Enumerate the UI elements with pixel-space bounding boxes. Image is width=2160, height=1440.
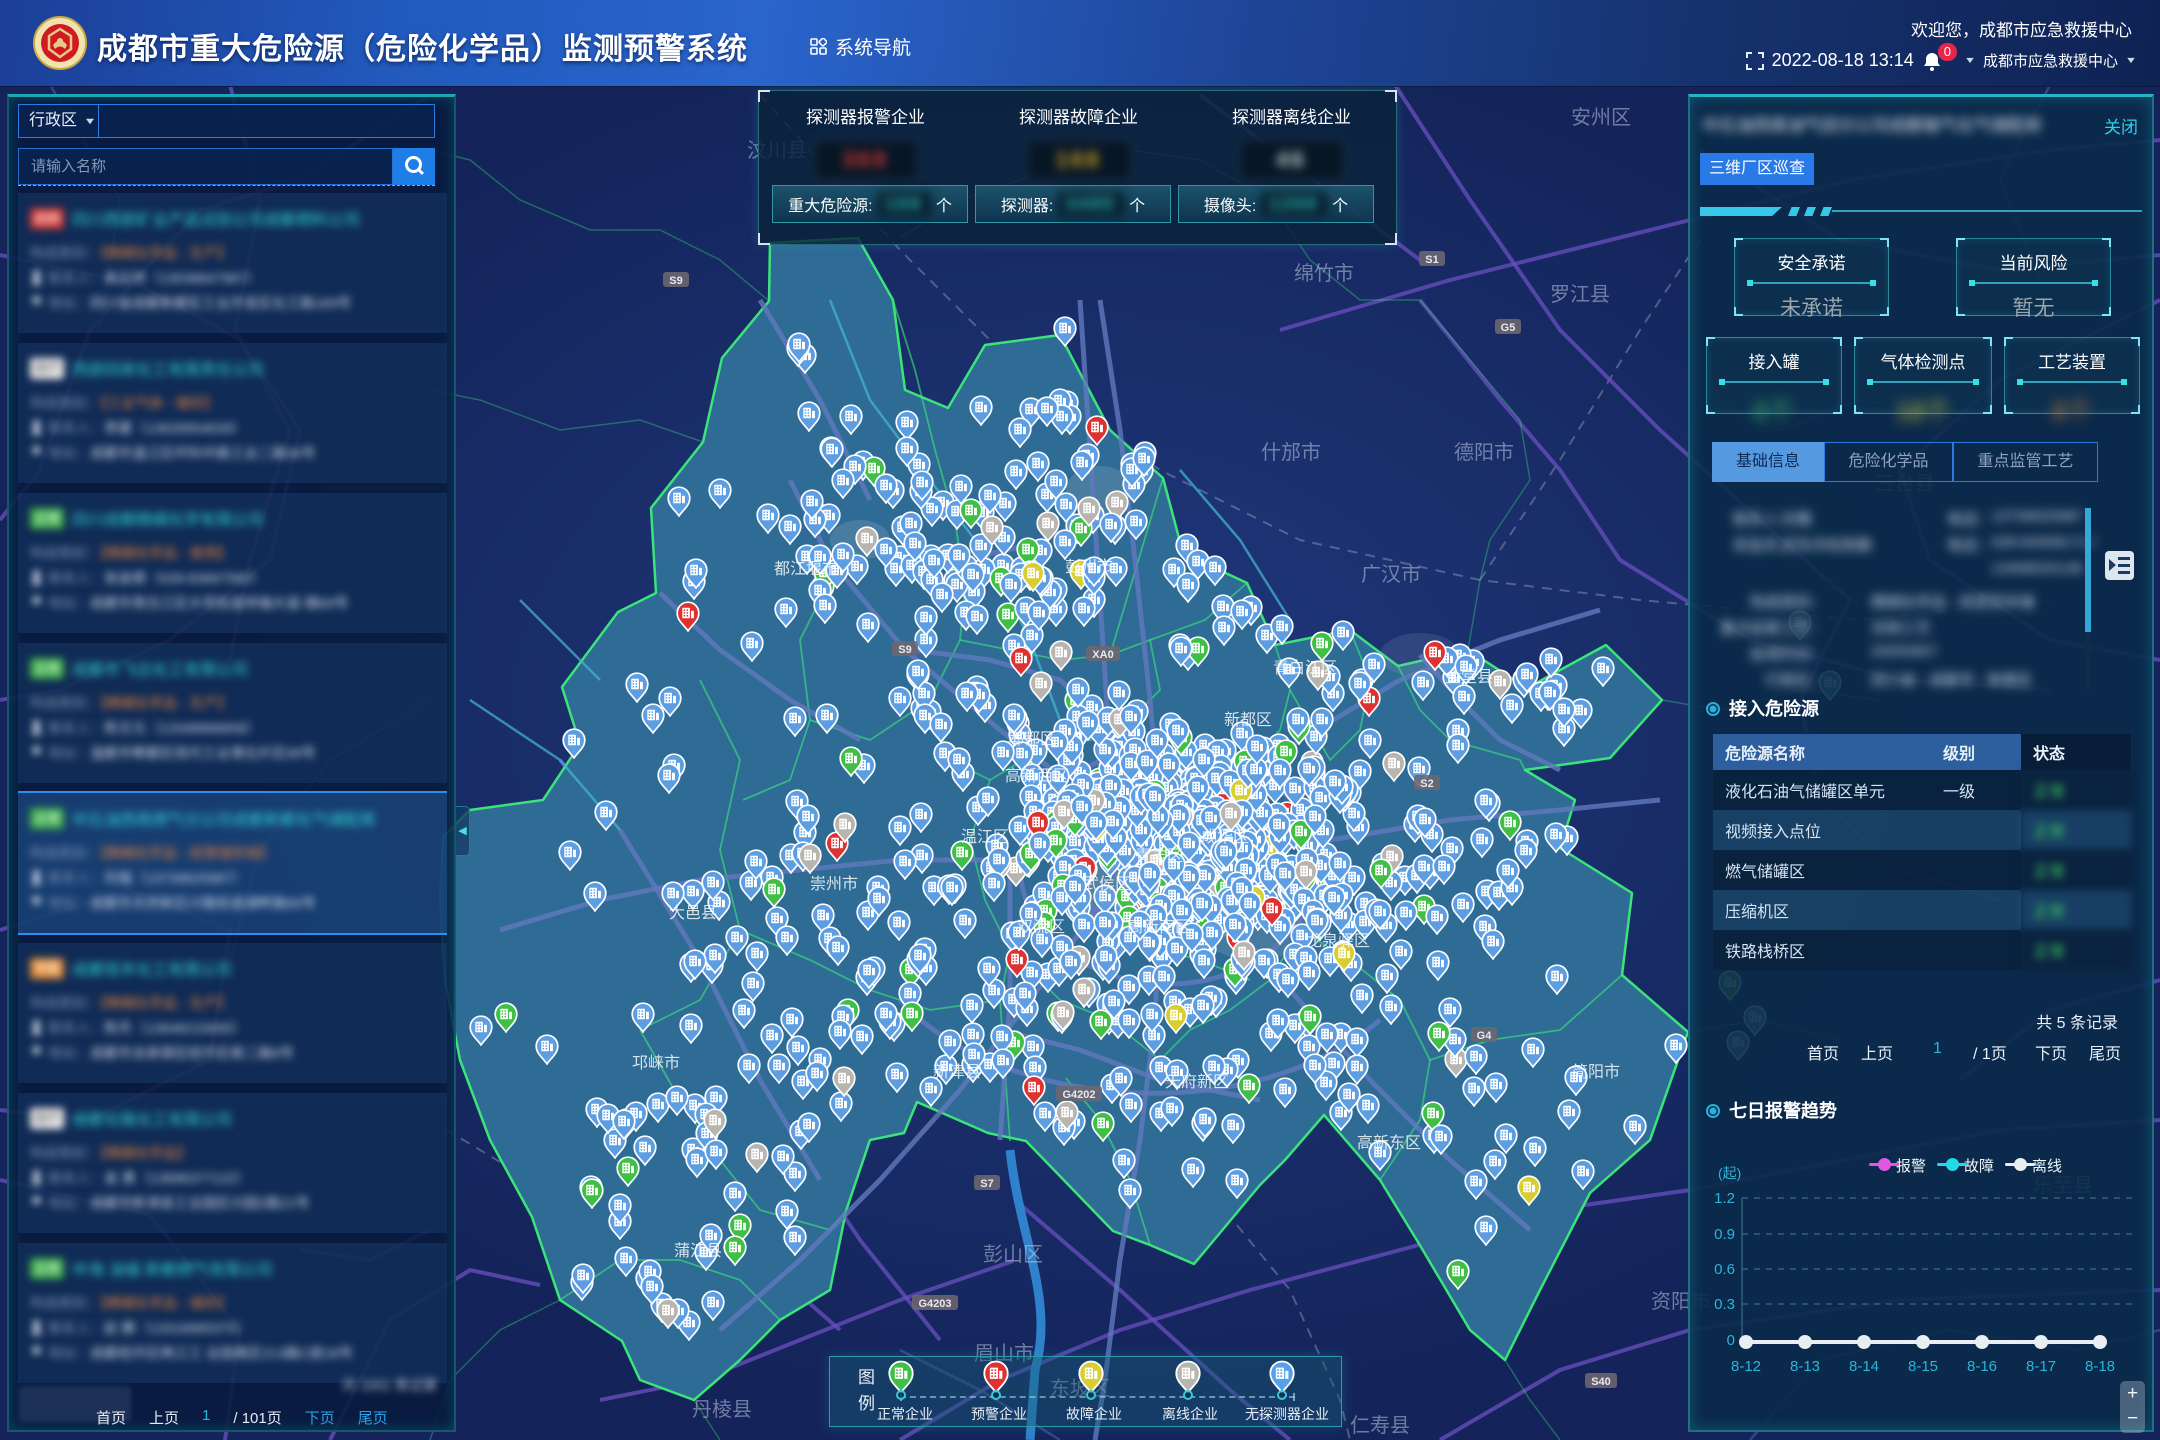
svg-text:安州区: 安州区 xyxy=(1571,106,1631,129)
svg-text:8-16: 8-16 xyxy=(1967,1358,1997,1375)
svg-text:8-18: 8-18 xyxy=(2085,1358,2115,1375)
svg-text:仁寿县: 仁寿县 xyxy=(1350,1414,1410,1437)
svg-text:天府新区: 天府新区 xyxy=(1165,1073,1229,1091)
svg-text:新都区: 新都区 xyxy=(1224,711,1272,729)
svg-text:XA0: XA0 xyxy=(1092,649,1113,661)
svg-text:都江堰市: 都江堰市 xyxy=(774,560,838,578)
svg-text:S7: S7 xyxy=(980,1178,993,1190)
svg-text:崇州市: 崇州市 xyxy=(810,875,858,893)
svg-text:德阳市: 德阳市 xyxy=(1454,441,1514,464)
svg-text:G4203: G4203 xyxy=(918,1298,951,1310)
svg-text:金堂县: 金堂县 xyxy=(1445,668,1493,686)
svg-text:S9: S9 xyxy=(898,644,911,656)
svg-text:郫都区: 郫都区 xyxy=(1008,730,1056,748)
svg-text:S9: S9 xyxy=(669,275,682,287)
svg-text:武侯区: 武侯区 xyxy=(1083,875,1131,893)
svg-text:蒲江县: 蒲江县 xyxy=(674,1242,722,1260)
svg-text:8-15: 8-15 xyxy=(1908,1358,1938,1375)
svg-text:青羊区: 青羊区 xyxy=(1135,847,1183,865)
svg-text:8-14: 8-14 xyxy=(1849,1358,1879,1375)
svg-text:青白江区: 青白江区 xyxy=(1273,659,1337,677)
svg-text:彭山区: 彭山区 xyxy=(983,1243,1043,1266)
svg-text:8-13: 8-13 xyxy=(1790,1358,1820,1375)
svg-text:0.3: 0.3 xyxy=(1714,1296,1735,1313)
svg-text:G4: G4 xyxy=(1477,1030,1493,1042)
svg-text:8-17: 8-17 xyxy=(2026,1358,2056,1375)
svg-text:新津县: 新津县 xyxy=(933,1063,981,1081)
svg-text:0: 0 xyxy=(1727,1332,1735,1349)
svg-text:罗江县: 罗江县 xyxy=(1550,283,1610,306)
svg-text:龙泉驿区: 龙泉驿区 xyxy=(1306,932,1370,950)
svg-text:邛崃市: 邛崃市 xyxy=(632,1054,680,1072)
svg-text:双流区: 双流区 xyxy=(1017,918,1065,936)
svg-text:高新东区: 高新东区 xyxy=(1357,1134,1421,1152)
svg-text:什邡市: 什邡市 xyxy=(1261,441,1321,464)
svg-text:广汉市: 广汉市 xyxy=(1361,563,1421,586)
svg-text:彭州市: 彭州市 xyxy=(1065,558,1113,576)
svg-text:大邑县: 大邑县 xyxy=(669,904,717,922)
svg-text:S40: S40 xyxy=(1591,1376,1611,1388)
svg-text:成华区: 成华区 xyxy=(1201,828,1249,846)
svg-text:8-12: 8-12 xyxy=(1731,1358,1761,1375)
svg-text:S2: S2 xyxy=(1420,778,1433,790)
svg-text:丹棱县: 丹棱县 xyxy=(692,1398,752,1421)
svg-text:简阳市: 简阳市 xyxy=(1572,1063,1620,1081)
svg-text:0.9: 0.9 xyxy=(1714,1226,1735,1243)
svg-text:高新南区: 高新南区 xyxy=(1127,918,1191,936)
svg-text:0.6: 0.6 xyxy=(1714,1261,1735,1278)
svg-text:温江区: 温江区 xyxy=(961,828,1009,846)
svg-text:S1: S1 xyxy=(1425,254,1438,266)
svg-text:G4202: G4202 xyxy=(1062,1089,1095,1101)
svg-text:绵竹市: 绵竹市 xyxy=(1294,262,1354,285)
svg-text:高新西区: 高新西区 xyxy=(1005,767,1069,785)
svg-text:G5: G5 xyxy=(1501,322,1516,334)
svg-text:1.2: 1.2 xyxy=(1714,1190,1735,1207)
